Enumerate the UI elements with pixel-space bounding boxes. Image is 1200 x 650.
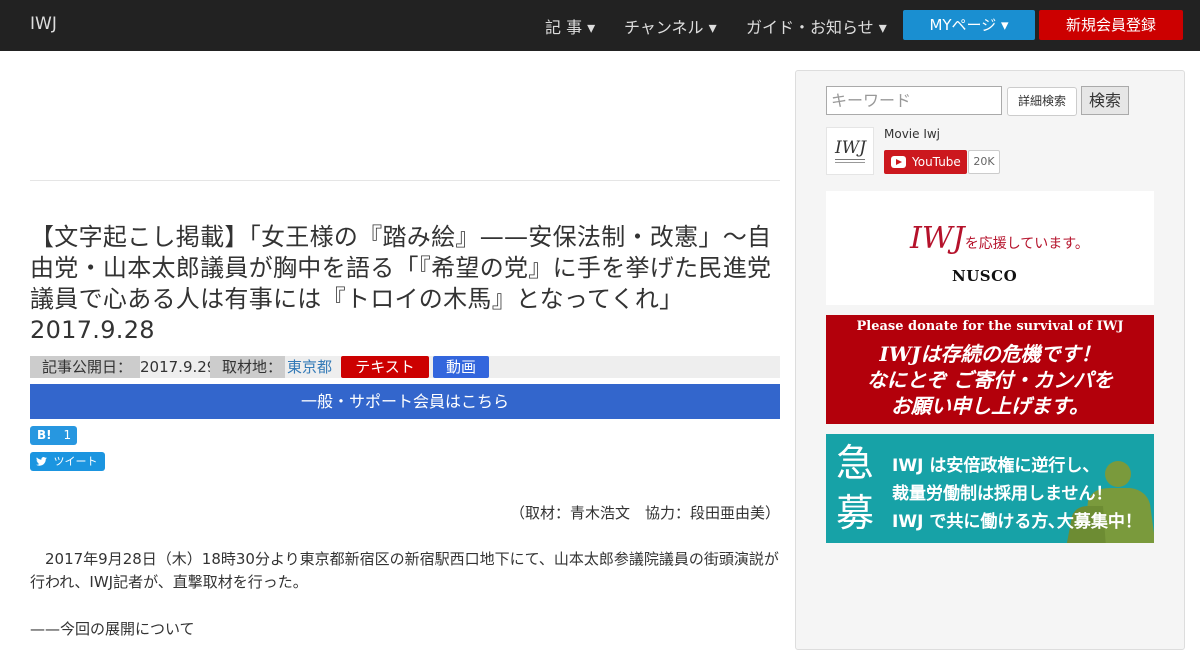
- brand-logo[interactable]: IWJ: [30, 14, 57, 34]
- recruit-kanji-char: 急: [836, 441, 875, 485]
- tag-text[interactable]: テキスト: [341, 356, 429, 378]
- nusco-banner-tagline: IWJを応援しています。: [910, 221, 1089, 256]
- location-link[interactable]: 東京都: [287, 356, 332, 378]
- register-button[interactable]: 新規会員登録: [1039, 10, 1183, 40]
- logo-rule: [835, 159, 865, 160]
- nav-item-articles[interactable]: 記 事 ▾: [545, 14, 595, 38]
- hatena-icon: B!: [37, 428, 52, 442]
- ad-area-divider: [30, 180, 780, 181]
- recruit-line: IWJ は安倍政権に逆行し、: [892, 456, 1100, 476]
- nusco-logo: NUSCO: [952, 267, 1018, 285]
- channel-logo[interactable]: IWJ: [826, 127, 874, 175]
- tweet-label: ツイート: [53, 455, 98, 468]
- donate-line: なにとぞ ご寄付・カンパを: [866, 368, 1114, 392]
- article-credit: （取材：青木浩文 協力：段田亜由美）: [509, 504, 780, 522]
- nav-item-channels[interactable]: チャンネル ▾: [624, 14, 717, 38]
- recruit-banner[interactable]: 急 募 IWJ は安倍政権に逆行し、 裁量労働制は採用しません！ IWJ で共に…: [826, 434, 1154, 543]
- channel-logo-text: IWJ: [835, 138, 867, 158]
- recruit-line: 裁量労働制は採用しません！: [892, 484, 1113, 504]
- search-button[interactable]: 検索: [1081, 86, 1129, 115]
- youtube-label: YouTube: [912, 155, 961, 169]
- recruit-kanji-char: 募: [836, 491, 875, 535]
- donation-banner[interactable]: Please donate for the survival of IWJ IW…: [826, 315, 1154, 424]
- nusco-tagline-text: を応援しています。: [964, 236, 1089, 252]
- article-title: 【文字起こし掲載】「女王様の『踏み絵』——安保法制・改憲」～自由党・山本太郎議員…: [30, 223, 772, 344]
- member-signup-banner[interactable]: 一般・サポート会員はこちら: [30, 384, 780, 419]
- tag-video[interactable]: 動画: [433, 356, 489, 378]
- recruit-line: IWJ で共に働ける方､大募集中！: [892, 512, 1142, 532]
- recruit-kanji: 急 募: [836, 438, 880, 538]
- hatena-count: 1: [63, 428, 72, 442]
- twitter-bird-icon: [36, 457, 47, 466]
- iwj-brand-mark: IWJ: [910, 221, 965, 256]
- mypage-button[interactable]: MYページ ▾: [903, 10, 1035, 40]
- section-heading: ——今回の展開について: [30, 620, 195, 638]
- youtube-play-icon: [891, 156, 906, 168]
- youtube-subscribe-button[interactable]: YouTube: [884, 150, 967, 174]
- published-date: 2017.9.29: [140, 358, 217, 376]
- donate-japanese-text: IWJは存続の危機です！ なにとぞ ご寄付・カンパを お願い申し上げます。: [826, 341, 1154, 419]
- top-navbar: IWJ 記 事 ▾ チャンネル ▾ ガイド・お知らせ ▾ MYページ ▾ 新規会…: [0, 0, 1200, 51]
- article-body-paragraph: 2017年9月28日（木）18時30分より東京都新宿区の新宿駅西口地下にて、山本…: [30, 550, 779, 591]
- donate-english-text: Please donate for the survival of IWJ: [856, 319, 1124, 334]
- location-label: 取材地：: [210, 356, 285, 378]
- subscriber-count: 20K: [968, 150, 1000, 174]
- nusco-support-banner[interactable]: IWJを応援しています。 NUSCO: [826, 191, 1154, 305]
- tweet-button[interactable]: ツイート: [30, 452, 105, 471]
- channel-name[interactable]: Movie Iwj: [884, 127, 940, 141]
- nav-item-guide[interactable]: ガイド・お知らせ ▾: [746, 14, 887, 38]
- published-label: 記事公開日：: [30, 356, 140, 378]
- donate-line: お願い申し上げます。: [891, 394, 1089, 418]
- article-meta-bar: 記事公開日： 2017.9.29 取材地： 東京都 テキスト 動画: [30, 356, 780, 378]
- hatena-bookmark-button[interactable]: B! 1: [30, 426, 77, 445]
- search-input[interactable]: キーワード: [826, 86, 1002, 115]
- logo-rule: [835, 162, 865, 163]
- donate-line: IWJは存続の危機です！: [879, 342, 1101, 366]
- advanced-search-button[interactable]: 詳細検索: [1007, 87, 1077, 116]
